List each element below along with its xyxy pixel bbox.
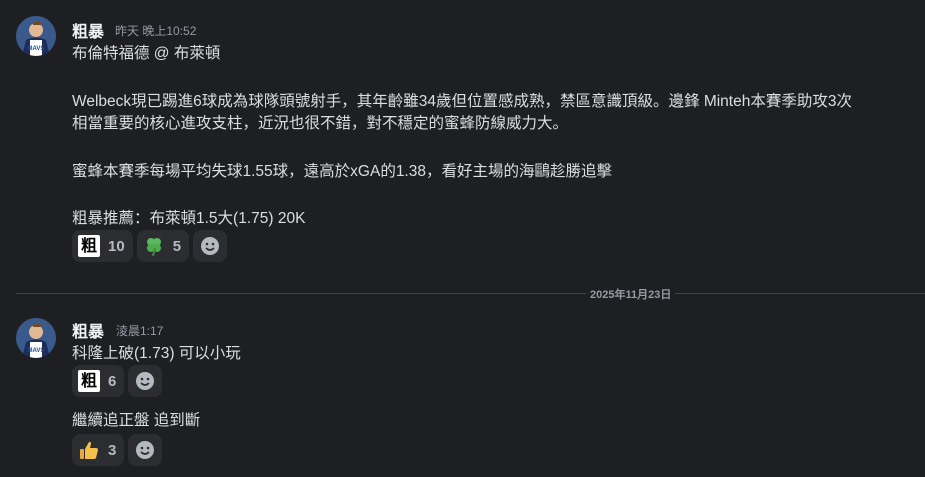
reaction-count: 3 [108, 441, 117, 459]
avatar[interactable]: MAVS [16, 318, 56, 358]
reaction-bar: 粗 6 [72, 365, 163, 397]
svg-text:MAVS: MAVS [28, 348, 45, 354]
cu-character-emoji: 粗 [78, 370, 100, 392]
reaction-cu[interactable]: 粗 6 [72, 365, 125, 397]
add-reaction-button[interactable] [128, 365, 163, 397]
timestamp: 淩晨1:17 [116, 324, 164, 338]
thumbs-up-icon [78, 439, 100, 461]
message-2: MAVS 粗暴 淩晨1:17 科隆上破(1.73) 可以小玩 粗 6 繼續追正盤… [0, 0, 925, 477]
reaction-count: 6 [108, 372, 117, 390]
smiley-icon [136, 372, 155, 390]
add-reaction-button[interactable] [128, 434, 163, 466]
message-line: 繼續追正盤 追到斷 [72, 412, 201, 429]
username[interactable]: 粗暴 [72, 318, 104, 342]
smiley-icon [136, 441, 155, 459]
reaction-thumbs-up[interactable]: 3 [72, 434, 125, 466]
message-line: 科隆上破(1.73) 可以小玩 [72, 345, 241, 362]
reaction-bar: 3 [72, 434, 163, 466]
